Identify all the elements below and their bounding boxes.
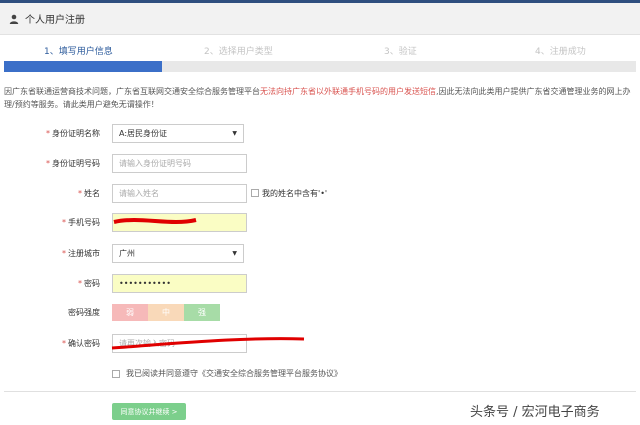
name-dot-checkbox[interactable]	[251, 189, 259, 197]
id-type-label: * 身份证明名称	[46, 128, 100, 138]
row-strength: 密码强度	[0, 302, 640, 322]
city-label: * 注册城市	[62, 248, 100, 258]
notice-warning: 无法向持广东省以外联通手机号码的用户发送短信	[260, 87, 436, 96]
agreement-row: 我已阅读并同意遵守《交通安全综合服务管理平台服务协议》	[112, 368, 342, 379]
row-confirm-password: * 确认密码 请再次输入密码	[0, 333, 640, 353]
step-3: 3、验证	[384, 47, 417, 57]
step-2: 2、选择用户类型	[204, 47, 273, 57]
notice-part-1: 因广东省联通运营商技术问题，广东省互联网交通安全综合服务管理平台	[4, 87, 260, 96]
strength-weak: 弱	[112, 304, 148, 321]
page-header: 个人用户注册	[0, 3, 640, 35]
password-label: * 密码	[78, 278, 100, 288]
row-password: * 密码 •••••••••••	[0, 273, 640, 293]
password-strength-meter: 弱 中 强	[112, 304, 220, 321]
id-type-select[interactable]: A:居民身份证 ▼	[112, 123, 244, 143]
watermark: 头条号 / 宏河电子商务	[470, 405, 600, 420]
strength-medium: 中	[148, 304, 184, 321]
agree-continue-button[interactable]: 同意协议并继续 >	[112, 403, 186, 420]
id-number-input[interactable]: 请输入身份证明号码	[112, 153, 247, 173]
city-select[interactable]: 广州 ▼	[112, 243, 244, 263]
row-city: * 注册城市 广州 ▼	[0, 243, 640, 263]
user-icon	[9, 14, 19, 24]
dropdown-caret-icon: ▼	[232, 129, 237, 137]
confirm-password-input[interactable]: 请再次输入密码	[112, 333, 247, 353]
row-phone: * 手机号码	[0, 212, 640, 232]
confirm-password-label: * 确认密码	[62, 338, 100, 348]
name-label: * 姓名	[78, 188, 100, 198]
agreement-checkbox[interactable]	[112, 369, 120, 378]
dropdown-caret-icon: ▼	[232, 249, 237, 257]
password-input[interactable]: •••••••••••	[112, 273, 247, 293]
step-1: 1、填写用户信息	[44, 47, 113, 57]
strength-strong: 强	[184, 304, 220, 321]
phone-label: * 手机号码	[62, 217, 100, 227]
name-dot-label: 我的姓名中含有'•'	[262, 189, 328, 198]
progress-bar	[4, 61, 636, 72]
step-4: 4、注册成功	[535, 47, 586, 57]
phone-input[interactable]	[112, 212, 247, 232]
notice-text: 因广东省联通运营商技术问题，广东省互联网交通安全综合服务管理平台无法向持广东省以…	[4, 85, 636, 111]
divider	[4, 391, 636, 392]
agreement-text[interactable]: 我已阅读并同意遵守《交通安全综合服务管理平台服务协议》	[126, 368, 342, 379]
page-title: 个人用户注册	[25, 15, 85, 26]
progress-fill	[4, 61, 162, 72]
id-number-label: * 身份证明号码	[46, 158, 100, 168]
row-id-type: * 身份证明名称 A:居民身份证 ▼	[0, 123, 640, 143]
row-id-number: * 身份证明号码 请输入身份证明号码	[0, 153, 640, 173]
name-input[interactable]: 请输入姓名	[112, 183, 247, 203]
strength-label: 密码强度	[68, 307, 100, 317]
row-name: * 姓名 请输入姓名 我的姓名中含有'•'	[0, 183, 640, 203]
